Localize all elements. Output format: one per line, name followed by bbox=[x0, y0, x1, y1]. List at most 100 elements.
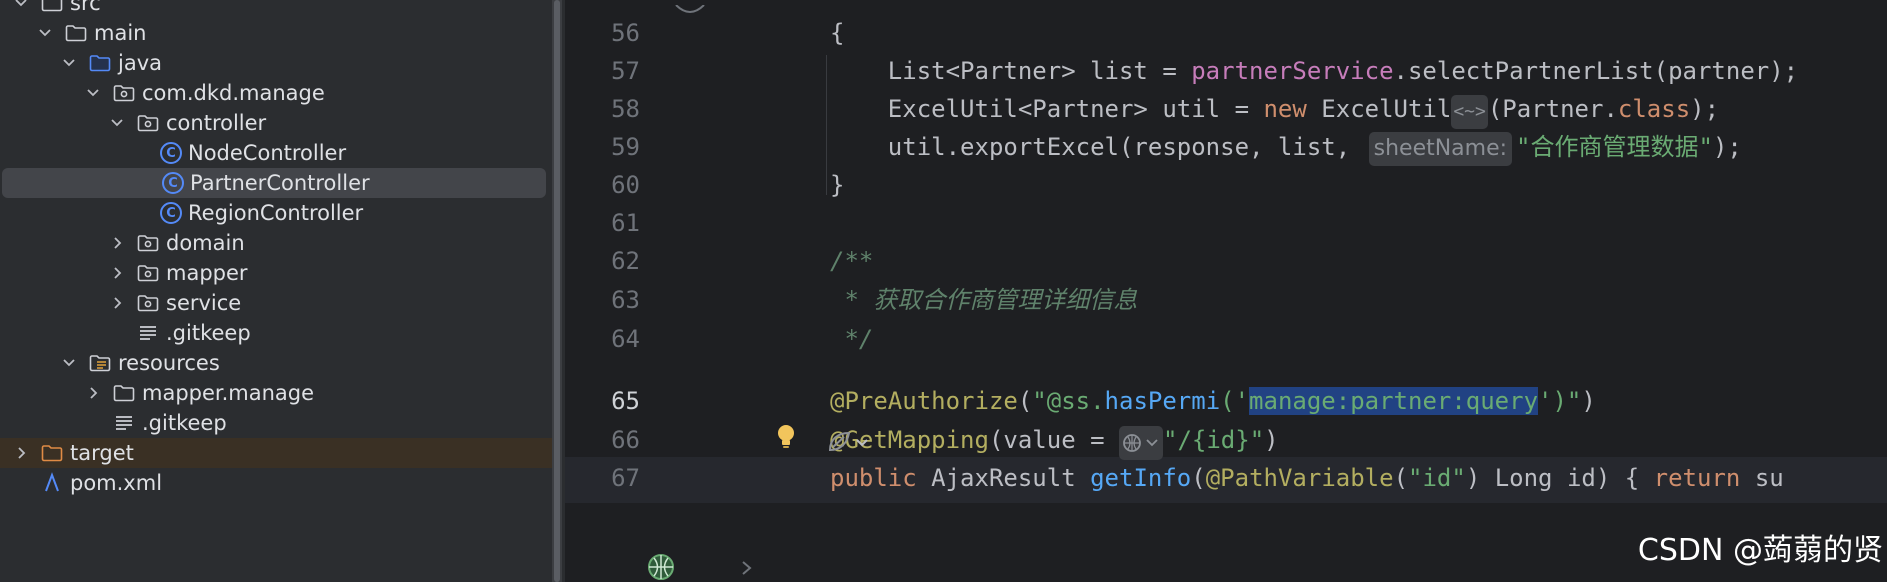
selected-text: manage:partner:query bbox=[1249, 387, 1539, 415]
code-token: public bbox=[830, 464, 932, 492]
line-number: 67 bbox=[611, 464, 640, 492]
code-token: "/{id}" bbox=[1163, 426, 1265, 454]
code-token: (Partner. bbox=[1487, 95, 1618, 123]
chevron-right-icon[interactable] bbox=[108, 294, 126, 312]
tree-item-main[interactable]: main bbox=[0, 18, 552, 48]
chevron-right-icon[interactable] bbox=[12, 444, 30, 462]
class-icon: C bbox=[160, 202, 182, 224]
code-token: } bbox=[830, 171, 845, 199]
package-icon bbox=[136, 231, 160, 255]
tree-item-partner-controller[interactable]: C PartnerController bbox=[2, 168, 546, 198]
package-icon bbox=[112, 81, 136, 105]
spring-bean-icon[interactable] bbox=[827, 430, 871, 458]
tree-item-mapper-manage[interactable]: mapper.manage bbox=[0, 378, 552, 408]
chevron-down-icon[interactable] bbox=[60, 354, 78, 372]
code-token: @PathVariable bbox=[1205, 464, 1394, 492]
code-token: hasPermi bbox=[1104, 387, 1221, 415]
code-token: (' bbox=[1220, 387, 1250, 415]
chevron-right-icon[interactable] bbox=[108, 264, 126, 282]
csdn-watermark: CSDN @蒟蒻的贤 bbox=[1637, 533, 1883, 568]
chevron-down-icon[interactable] bbox=[108, 114, 126, 132]
excluded-folder-icon bbox=[40, 441, 64, 465]
text-file-icon bbox=[136, 321, 160, 345]
code-token: (value = bbox=[988, 426, 1119, 454]
tree-item-resources[interactable]: resources bbox=[0, 348, 552, 378]
endpoint-globe-icon[interactable] bbox=[646, 552, 676, 582]
code-token: ( bbox=[1191, 464, 1206, 492]
project-tree[interactable]: src main java com.dkd.manage controller C Node… bbox=[0, 0, 552, 582]
code-line[interactable]: } bbox=[830, 162, 844, 208]
code-token: ) bbox=[1581, 387, 1596, 415]
code-token: getInfo bbox=[1090, 464, 1192, 492]
tree-item-domain[interactable]: domain bbox=[0, 228, 552, 258]
tree-item-label: .gitkeep bbox=[142, 411, 227, 435]
code-token: partnerService bbox=[1191, 57, 1394, 85]
chevron-right-icon[interactable] bbox=[108, 234, 126, 252]
tree-item-target[interactable]: target bbox=[0, 438, 552, 468]
code-token: class bbox=[1617, 95, 1691, 123]
code-token: return bbox=[1653, 464, 1755, 492]
tree-item-pom-xml[interactable]: pom.xml bbox=[0, 468, 552, 498]
code-token: new bbox=[1263, 95, 1307, 123]
project-tree-scrollbar-thumb[interactable] bbox=[554, 0, 560, 582]
code-line[interactable]: util.exportExcel(response, list, sheetNa… bbox=[830, 124, 1742, 170]
text-file-icon bbox=[112, 411, 136, 435]
code-line[interactable]: */ bbox=[830, 316, 873, 362]
code-line[interactable]: public AjaxResult getInfo(@PathVariable(… bbox=[830, 455, 1784, 501]
folder-icon bbox=[112, 381, 136, 405]
tree-item-controller[interactable]: controller bbox=[0, 108, 552, 138]
class-icon: C bbox=[160, 142, 182, 164]
code-token: ExcelUtil bbox=[1306, 95, 1452, 123]
code-token: ); bbox=[1690, 95, 1720, 123]
code-token: util.exportExcel(response, list, bbox=[830, 133, 1365, 161]
lightbulb-icon[interactable] bbox=[775, 423, 797, 453]
tree-item-gitkeep-2[interactable]: .gitkeep bbox=[0, 408, 552, 438]
indent-guide bbox=[826, 55, 827, 195]
code-token: List<Partner> list = bbox=[830, 57, 1192, 85]
run-gutter-icon[interactable] bbox=[672, 0, 708, 19]
code-token: ) Long id) { bbox=[1465, 464, 1654, 492]
resources-folder-icon bbox=[88, 351, 112, 375]
chevron-down-icon[interactable] bbox=[60, 54, 78, 72]
code-token: ); bbox=[1712, 133, 1742, 161]
chevron-down-icon[interactable] bbox=[84, 84, 102, 102]
code-token: { bbox=[830, 19, 845, 47]
code-token: AjaxResult bbox=[931, 464, 1091, 492]
tree-item-service[interactable]: service bbox=[0, 288, 552, 318]
tree-item-node-controller[interactable]: C NodeController bbox=[0, 138, 552, 168]
code-token: "合作商管理数据" bbox=[1516, 133, 1713, 161]
chevron-right-icon[interactable] bbox=[84, 384, 102, 402]
tree-item-src[interactable]: src bbox=[0, 0, 552, 18]
code-editor[interactable]: 56{57 List<Partner> list = partnerServic… bbox=[562, 0, 1887, 582]
code-token: * 获取合作商管理详细信息 bbox=[830, 286, 1138, 314]
code-token: "@ss. bbox=[1032, 387, 1105, 415]
code-token: "id" bbox=[1408, 464, 1466, 492]
folder-icon bbox=[64, 21, 88, 45]
class-icon: C bbox=[162, 172, 184, 194]
folder-icon bbox=[40, 0, 64, 15]
chevron-down-icon[interactable] bbox=[12, 0, 30, 12]
code-token: su bbox=[1754, 464, 1784, 492]
source-folder-icon bbox=[88, 51, 112, 75]
tree-item-com-dkd-manage[interactable]: com.dkd.manage bbox=[0, 78, 552, 108]
line-number: 64 bbox=[611, 325, 640, 353]
tree-item-java[interactable]: java bbox=[0, 48, 552, 78]
tree-item-gitkeep-1[interactable]: .gitkeep bbox=[0, 318, 552, 348]
tree-item-label: pom.xml bbox=[70, 471, 163, 495]
package-icon bbox=[136, 111, 160, 135]
code-token: ExcelUtil<Partner> util = bbox=[830, 95, 1264, 123]
tree-item-mapper[interactable]: mapper bbox=[0, 258, 552, 288]
project-tree-scrollbar[interactable] bbox=[552, 0, 562, 582]
code-token: ) bbox=[1264, 426, 1279, 454]
code-token: ( bbox=[1393, 464, 1409, 492]
code-line[interactable]: * 获取合作商管理详细信息 bbox=[830, 277, 1137, 323]
fold-chevron-icon[interactable] bbox=[740, 560, 754, 580]
package-icon bbox=[136, 291, 160, 315]
tree-item-region-controller[interactable]: C RegionController bbox=[0, 198, 552, 228]
code-token: .selectPartnerList(partner); bbox=[1393, 57, 1799, 85]
code-token: /** bbox=[830, 247, 874, 275]
code-token: ')" bbox=[1538, 387, 1582, 415]
maven-icon bbox=[40, 471, 64, 495]
chevron-down-icon[interactable] bbox=[36, 24, 54, 42]
code-token: @PreAuthorize bbox=[830, 387, 1018, 415]
